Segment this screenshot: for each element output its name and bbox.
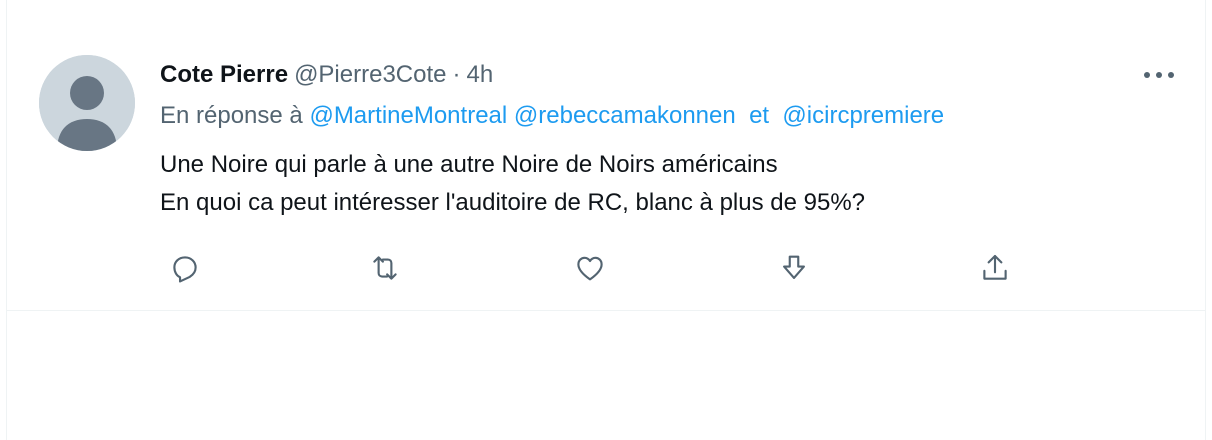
share-icon	[983, 254, 1007, 280]
author-name[interactable]: Cote Pierre	[160, 61, 288, 89]
tweet-timestamp[interactable]: 4h	[467, 61, 494, 89]
avatar[interactable]	[39, 55, 135, 151]
retweet-button[interactable]	[365, 248, 405, 288]
reply-prefix: En réponse à	[160, 102, 303, 129]
more-icon	[1144, 72, 1174, 78]
like-icon	[577, 256, 603, 281]
header-separator: ·	[452, 61, 461, 88]
tweet-header: Cote Pierre @Pierre3Cote · 4h	[160, 58, 493, 92]
mention-link[interactable]: @rebeccamakonnen	[514, 102, 736, 129]
tweet-divider	[7, 310, 1205, 311]
reply-button[interactable]	[165, 248, 205, 288]
download-icon	[783, 255, 805, 279]
mention-link[interactable]: @MartineMontreal	[309, 102, 507, 129]
tweet-actions	[160, 248, 1020, 288]
tweet-text-line: Une Noire qui parle à une autre Noire de…	[160, 151, 778, 178]
more-options-button[interactable]	[1139, 60, 1179, 90]
share-button[interactable]	[975, 248, 1015, 288]
tweet[interactable]: Cote Pierre @Pierre3Cote · 4h En réponse…	[7, 0, 1205, 310]
bookmark-download-button[interactable]	[774, 248, 814, 288]
reply-context: En réponse à @MartineMontreal @rebeccama…	[160, 102, 944, 130]
reply-icon	[173, 256, 197, 283]
tweet-text-line: En quoi ca peut intéresser l'auditoire d…	[160, 189, 866, 216]
default-profile-icon	[39, 55, 135, 151]
retweet-icon	[373, 256, 397, 280]
reply-conjunction: et	[749, 102, 770, 129]
like-button[interactable]	[570, 248, 610, 288]
tweet-text: Une Noire qui parle à une autre Noire de…	[160, 146, 865, 222]
mention-link[interactable]: @icircpremiere	[782, 102, 944, 129]
author-handle[interactable]: @Pierre3Cote	[294, 61, 446, 89]
